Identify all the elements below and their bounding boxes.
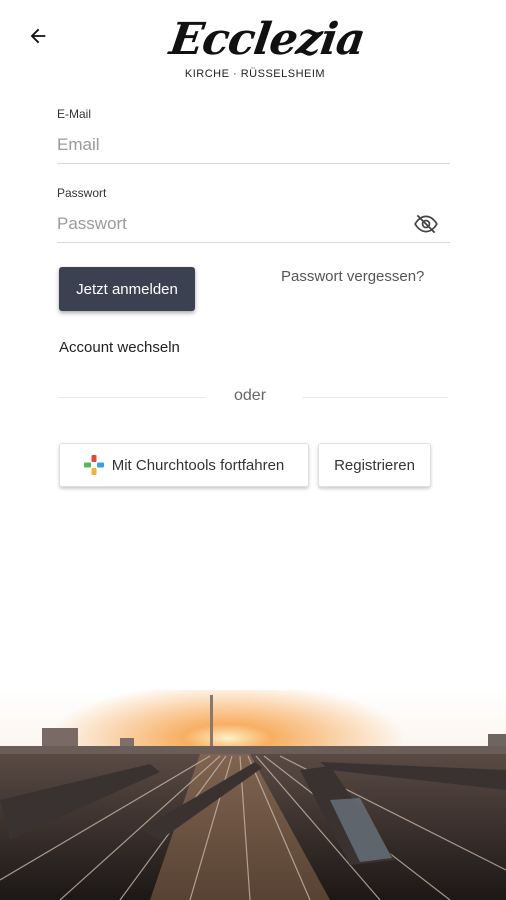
register-button-label: Registrieren: [334, 456, 415, 474]
churchtools-button-label: Mit Churchtools fortfahren: [111, 456, 285, 474]
email-field[interactable]: [57, 127, 450, 164]
email-label: E-Mail: [57, 107, 92, 121]
divider-right: [303, 397, 448, 398]
password-field[interactable]: [57, 206, 450, 243]
arrow-left-icon: [30, 28, 46, 44]
divider-left: [59, 397, 205, 398]
password-label: Passwort: [57, 186, 107, 200]
railway-sunset-image: [0, 690, 506, 900]
churchtools-button[interactable]: Mit Churchtools fortfahren: [59, 443, 309, 487]
churchtools-logo-icon: [83, 455, 104, 475]
eye-off-icon: [414, 214, 438, 234]
login-button[interactable]: Jetzt anmelden: [59, 267, 195, 311]
forgot-password-link[interactable]: Passwort vergessen?: [281, 268, 424, 285]
toggle-password-visibility[interactable]: [412, 210, 440, 238]
logo-wordmark: Ecclezia: [166, 14, 368, 65]
back-button[interactable]: [22, 20, 54, 52]
register-button[interactable]: Registrieren: [318, 443, 431, 487]
ecclesia-logo: Ecclezia KIRCHE · RÜSSELSHEIM: [166, 10, 367, 96]
switch-account-link[interactable]: Account wechseln: [59, 339, 180, 356]
divider-text: oder: [234, 387, 267, 404]
